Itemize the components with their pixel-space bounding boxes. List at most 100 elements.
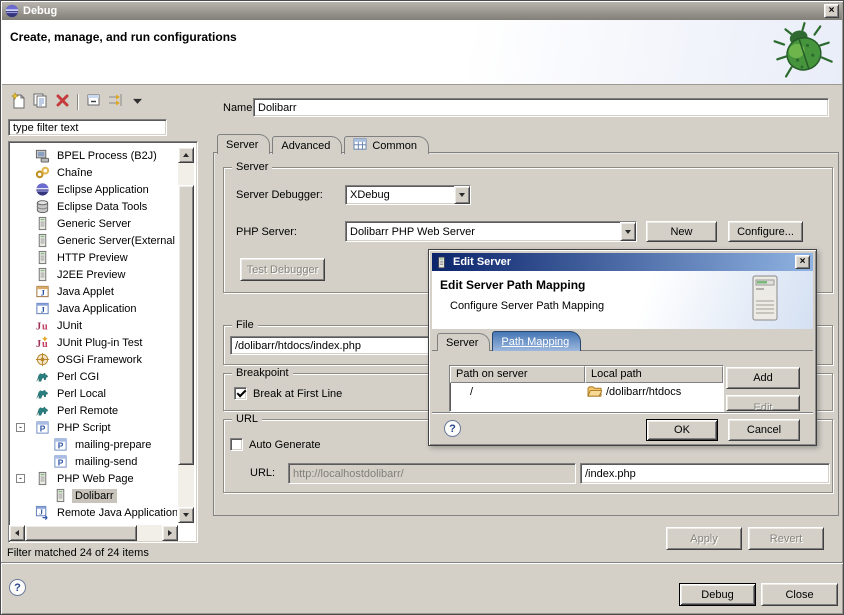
tab-path-mapping[interactable]: Path Mapping xyxy=(492,331,581,351)
new-config-icon xyxy=(10,92,27,112)
cancel-button[interactable]: Cancel xyxy=(728,419,800,441)
configure-server-button[interactable]: Configure... xyxy=(728,221,803,242)
window-titlebar[interactable]: Debug × xyxy=(2,2,842,20)
tree-item-perl-remote[interactable]: Perl Remote xyxy=(10,402,177,419)
tab-label: Path Mapping xyxy=(501,336,569,348)
break-first-line-checkbox[interactable] xyxy=(234,387,247,400)
new-config-button[interactable] xyxy=(7,92,29,112)
breakpoint-group-legend: Breakpoint xyxy=(232,367,293,379)
delete-button[interactable] xyxy=(51,92,73,112)
bpel-process-icon xyxy=(35,148,50,163)
toolbar-menu-button[interactable] xyxy=(126,92,148,112)
server-debugger-select[interactable]: XDebug xyxy=(345,185,471,205)
window-close-button[interactable]: × xyxy=(824,4,839,18)
tree-item-generic-server-external-la[interactable]: Generic Server(External La xyxy=(10,232,177,249)
scroll-left-button[interactable] xyxy=(9,525,25,541)
tree-item-generic-server[interactable]: Generic Server xyxy=(10,215,177,232)
break-first-line-label: Break at First Line xyxy=(253,388,342,400)
url-path-input[interactable]: /index.php xyxy=(580,463,830,484)
edit-server-close-button[interactable]: × xyxy=(795,255,810,269)
tree-item-eclipse-application[interactable]: Eclipse Application xyxy=(10,181,177,198)
edit-server-titlebar[interactable]: Edit Server × xyxy=(432,253,813,271)
tree-item-remote-java-application[interactable]: JRemote Java Application xyxy=(10,504,177,521)
eclipse-sphere-icon xyxy=(35,182,50,197)
ok-button[interactable]: OK xyxy=(646,419,718,441)
tree-item-java-application[interactable]: JJava Application xyxy=(10,300,177,317)
tree-item-label: BPEL Process (B2J) xyxy=(54,149,160,163)
dropdown-button[interactable] xyxy=(620,222,636,241)
server-icon xyxy=(35,250,50,265)
arrow-up-icon xyxy=(183,150,189,157)
vertical-scroll-thumb[interactable] xyxy=(178,185,194,465)
tree-item-label: OSGi Framework xyxy=(54,353,145,367)
table-icon xyxy=(353,138,368,153)
php-file-icon: P xyxy=(53,437,68,452)
tree-item-osgi-framework[interactable]: OSGi Framework xyxy=(10,351,177,368)
tree-item-junit[interactable]: JuJUnit xyxy=(10,317,177,334)
tree-item-cha-ne[interactable]: Chaîne xyxy=(10,164,177,181)
tree-item-junit-plug-in-test[interactable]: JuJUnit Plug-in Test xyxy=(10,334,177,351)
debug-button[interactable]: Debug xyxy=(679,583,756,606)
filter-button[interactable] xyxy=(104,92,126,112)
add-mapping-button[interactable]: Add xyxy=(726,367,800,389)
name-input[interactable]: Dolibarr xyxy=(253,98,829,117)
tree-item-label: Dolibarr xyxy=(72,489,117,503)
column-header-path-on-server[interactable]: Path on server xyxy=(450,366,585,383)
tab-common[interactable]: Common xyxy=(344,136,429,154)
collapse-toggle-icon[interactable]: - xyxy=(16,474,25,483)
tree-item-label: Perl Remote xyxy=(54,404,121,418)
tree-item-mailing-send[interactable]: Pmailing-send xyxy=(10,453,177,470)
table-row[interactable]: //dolibarr/htdocs xyxy=(450,383,723,400)
filter-input[interactable]: type filter text xyxy=(8,119,167,136)
dialog-separator xyxy=(432,412,813,414)
revert-button: Revert xyxy=(748,527,824,550)
svg-text:P: P xyxy=(58,441,64,451)
tree-item-java-applet[interactable]: JJava Applet xyxy=(10,283,177,300)
help-button[interactable]: ? xyxy=(9,579,26,596)
php-icon: P xyxy=(35,420,50,435)
php-server-select[interactable]: Dolibarr PHP Web Server xyxy=(345,221,637,242)
tree-horizontal-scrollbar[interactable] xyxy=(9,525,178,541)
collapse-all-button[interactable] xyxy=(82,92,104,112)
scroll-down-button[interactable] xyxy=(178,507,194,523)
dialog-help-button[interactable]: ? xyxy=(444,420,461,437)
close-button[interactable]: Close xyxy=(761,583,838,606)
svg-text:J: J xyxy=(41,288,45,298)
tab-server[interactable]: Server xyxy=(217,134,270,154)
horizontal-scroll-thumb[interactable] xyxy=(25,525,137,541)
url-group-legend: URL xyxy=(232,413,262,425)
tree-item-bpel-process-b2j[interactable]: BPEL Process (B2J) xyxy=(10,147,177,164)
server-debugger-value: XDebug xyxy=(350,189,454,201)
dropdown-button[interactable] xyxy=(454,186,470,204)
tree-item-php-web-page[interactable]: -PHP Web Page xyxy=(10,470,177,487)
scroll-up-button[interactable] xyxy=(178,147,194,163)
tree-item-j2ee-preview[interactable]: J2EE Preview xyxy=(10,266,177,283)
collapse-toggle-icon[interactable]: - xyxy=(16,423,25,432)
edit-server-tabs: Server Path Mapping xyxy=(437,330,583,351)
name-label: Name: xyxy=(223,102,255,114)
new-server-button[interactable]: New xyxy=(646,221,717,242)
tree-vertical-scrollbar[interactable] xyxy=(178,147,194,523)
tree-item-label: PHP Script xyxy=(54,421,114,435)
auto-generate-checkbox[interactable] xyxy=(230,438,243,451)
table-header-row: Path on serverLocal path xyxy=(450,366,723,383)
java-app-icon: J xyxy=(35,301,50,316)
path-mapping-table[interactable]: Path on serverLocal path //dolibarr/htdo… xyxy=(449,365,724,412)
tree-item-dolibarr[interactable]: Dolibarr xyxy=(10,487,177,504)
tab-server[interactable]: Server xyxy=(437,333,490,351)
tree-item-label: mailing-send xyxy=(72,455,140,469)
file-input-value: /dolibarr/htdocs/index.php xyxy=(235,340,361,352)
tree-items: BPEL Process (B2J)ChaîneEclipse Applicat… xyxy=(10,147,177,521)
tree-item-php-script[interactable]: - P PHP Script xyxy=(10,419,177,436)
duplicate-button[interactable] xyxy=(29,92,51,112)
tree-item-mailing-prepare[interactable]: Pmailing-prepare xyxy=(10,436,177,453)
scroll-right-button[interactable] xyxy=(162,525,178,541)
tree-item-eclipse-data-tools[interactable]: Eclipse Data Tools xyxy=(10,198,177,215)
tree-item-label: JUnit Plug-in Test xyxy=(54,336,145,350)
tree-item-http-preview[interactable]: HTTP Preview xyxy=(10,249,177,266)
tree-item-perl-local[interactable]: Perl Local xyxy=(10,385,177,402)
column-header-local-path[interactable]: Local path xyxy=(585,366,723,383)
file-group-legend: File xyxy=(232,319,258,331)
tree-item-perl-cgi[interactable]: Perl CGI xyxy=(10,368,177,385)
tab-advanced[interactable]: Advanced xyxy=(272,136,342,154)
